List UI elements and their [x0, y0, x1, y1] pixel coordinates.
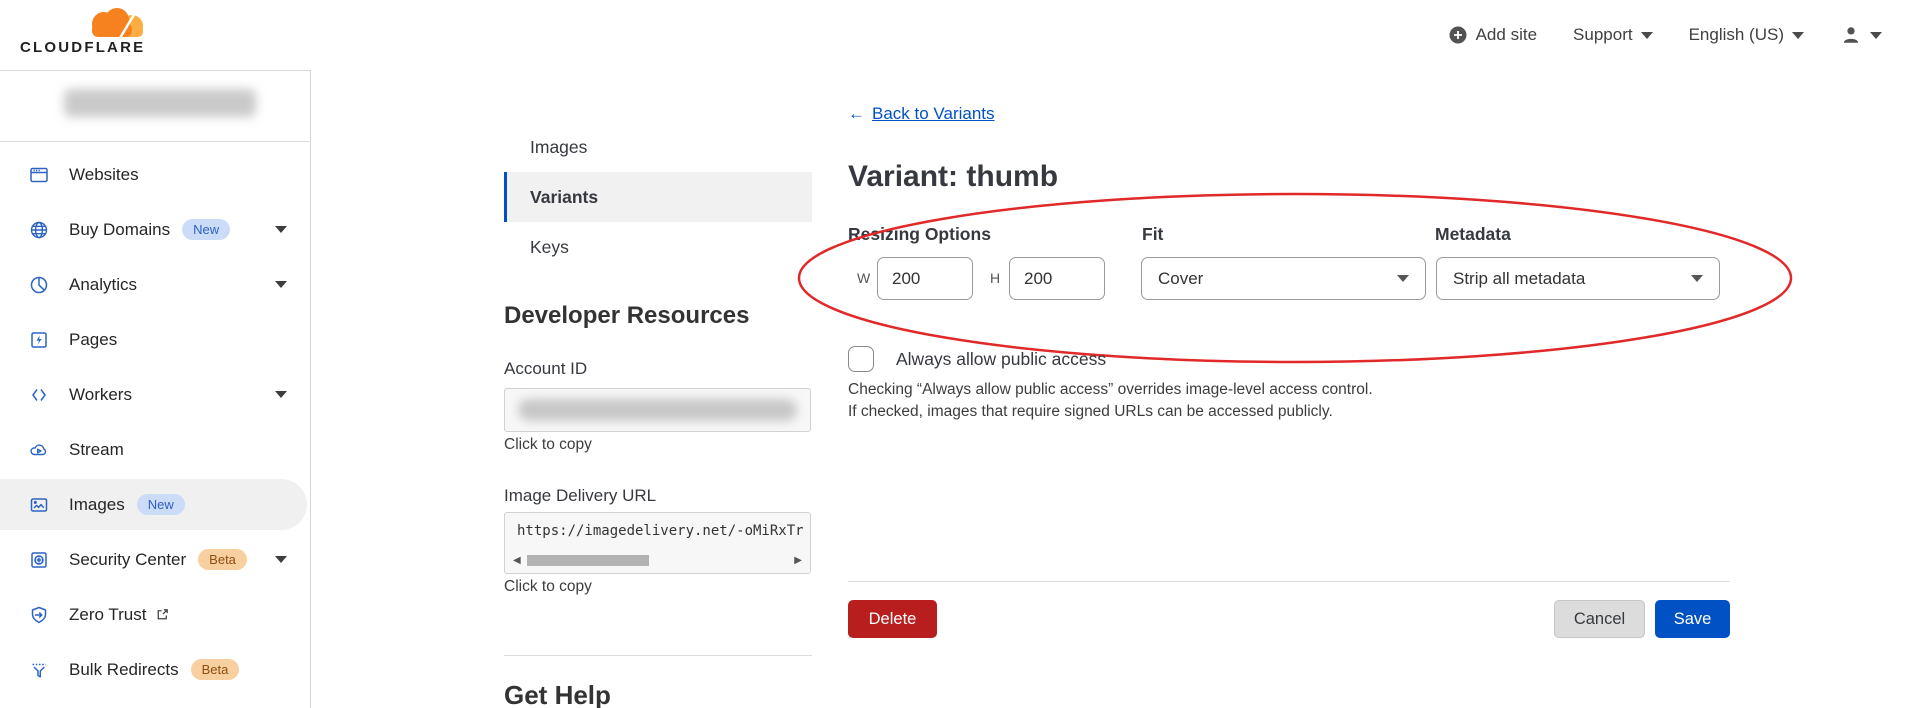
chevron-down-icon: [1870, 32, 1882, 39]
chevron-down-icon: [275, 226, 287, 233]
lightning-box-icon: [28, 329, 50, 351]
language-menu[interactable]: English (US): [1689, 25, 1804, 45]
account-id-copy-box[interactable]: [504, 388, 811, 432]
get-help-title: Get Help: [504, 680, 611, 708]
external-link-icon: [155, 607, 170, 622]
checkbox-label[interactable]: Always allow public access: [896, 349, 1106, 370]
width-input[interactable]: [877, 257, 973, 300]
width-label: W: [857, 270, 870, 286]
click-to-copy-hint: Click to copy: [504, 436, 592, 454]
sidebar: Websites Buy Domains New: [0, 70, 311, 708]
chevron-down-icon: [1691, 275, 1703, 282]
fit-select[interactable]: Cover: [1141, 257, 1426, 300]
click-to-copy-hint: Click to copy: [504, 578, 592, 596]
user-icon: [1840, 24, 1862, 46]
subnav-item-keys[interactable]: Keys: [504, 222, 812, 272]
cancel-button[interactable]: Cancel: [1554, 600, 1645, 638]
account-menu[interactable]: [1840, 24, 1882, 46]
scrollbar-thumb[interactable]: [527, 555, 649, 566]
back-to-variants-link[interactable]: ← Back to Variants: [848, 104, 995, 124]
chevron-down-icon: [1397, 275, 1409, 282]
images-subnav: Images Variants Keys: [504, 122, 812, 272]
left-arrow-icon: ←: [848, 104, 865, 124]
globe-icon: [28, 219, 50, 241]
image-delivery-url-box[interactable]: https://imagedelivery.net/-oMiRxTr ◀ ▶: [504, 512, 811, 574]
divider: [848, 581, 1730, 582]
chevron-down-icon: [275, 281, 287, 288]
chevron-down-icon: [1792, 32, 1804, 39]
sidebar-item-buy-domains[interactable]: Buy Domains New: [0, 202, 311, 257]
stream-cloud-icon: [28, 439, 50, 461]
shield-arrow-icon: [28, 604, 50, 626]
brand-wordmark: CLOUDFLARE: [20, 39, 145, 56]
resizing-options-label: Resizing Options: [848, 224, 991, 245]
subnav-item-images[interactable]: Images: [504, 122, 812, 172]
sidebar-item-images[interactable]: Images New: [0, 477, 311, 532]
top-bar: CLOUDFLARE Add site Support English (US): [0, 0, 1920, 70]
topbar-menu: Add site Support English (US): [1448, 0, 1882, 70]
sidebar-item-websites[interactable]: Websites: [0, 147, 311, 202]
sidebar-item-analytics[interactable]: Analytics: [0, 257, 311, 312]
subnav-item-variants[interactable]: Variants: [504, 172, 812, 222]
sidebar-item-security-center[interactable]: Security Center Beta: [0, 532, 311, 587]
height-input[interactable]: [1009, 257, 1105, 300]
account-name-redacted[interactable]: [64, 89, 256, 117]
divider: [0, 141, 311, 142]
horizontal-scrollbar[interactable]: ◀ ▶: [513, 554, 802, 567]
help-text-line1: Checking “Always allow public access” ov…: [848, 381, 1373, 399]
beta-badge: Beta: [191, 659, 240, 680]
chevron-down-icon: [1641, 32, 1653, 39]
page-title: Variant: thumb: [848, 160, 1058, 194]
cloudflare-logo[interactable]: CLOUDFLARE: [20, 5, 152, 57]
fit-label: Fit: [1142, 224, 1163, 245]
plus-circle-icon: [1448, 25, 1468, 45]
sidebar-nav: Websites Buy Domains New: [0, 147, 311, 697]
browser-icon: [28, 164, 50, 186]
image-delivery-url-value: https://imagedelivery.net/-oMiRxTr: [517, 523, 806, 539]
pie-chart-icon: [28, 274, 50, 296]
beta-badge: Beta: [198, 549, 247, 570]
help-text-line2: If checked, images that require signed U…: [848, 403, 1333, 421]
delete-button[interactable]: Delete: [848, 600, 937, 638]
sidebar-item-workers[interactable]: Workers: [0, 367, 311, 422]
image-icon: [28, 494, 50, 516]
chevron-down-icon: [275, 556, 287, 563]
metadata-select[interactable]: Strip all metadata: [1436, 257, 1720, 300]
sidebar-item-zero-trust[interactable]: Zero Trust: [0, 587, 311, 642]
safe-dial-icon: [28, 549, 50, 571]
chevron-down-icon: [275, 391, 287, 398]
sidebar-item-pages[interactable]: Pages: [0, 312, 311, 367]
metadata-label: Metadata: [1435, 224, 1511, 245]
save-button[interactable]: Save: [1655, 600, 1730, 638]
cloudflare-dashboard: CLOUDFLARE Add site Support English (US): [0, 0, 1920, 708]
account-id-label: Account ID: [504, 359, 587, 379]
new-badge: New: [182, 219, 230, 240]
account-id-redacted: [518, 399, 797, 421]
new-badge: New: [137, 494, 185, 515]
scroll-right-icon[interactable]: ▶: [794, 554, 802, 567]
angle-brackets-icon: [28, 384, 50, 406]
cloudflare-cloud-icon: [82, 7, 146, 39]
height-label: H: [990, 270, 1000, 286]
developer-resources-title: Developer Resources: [504, 302, 749, 330]
support-menu[interactable]: Support: [1573, 25, 1653, 45]
scroll-left-icon[interactable]: ◀: [513, 554, 521, 567]
add-site-button[interactable]: Add site: [1448, 25, 1537, 45]
divider: [504, 655, 812, 656]
sidebar-item-stream[interactable]: Stream: [0, 422, 311, 477]
funnel-icon: [28, 659, 50, 681]
always-allow-public-access-checkbox[interactable]: [848, 346, 874, 372]
image-delivery-url-label: Image Delivery URL: [504, 486, 656, 506]
sidebar-item-bulk-redirects[interactable]: Bulk Redirects Beta: [0, 642, 311, 697]
